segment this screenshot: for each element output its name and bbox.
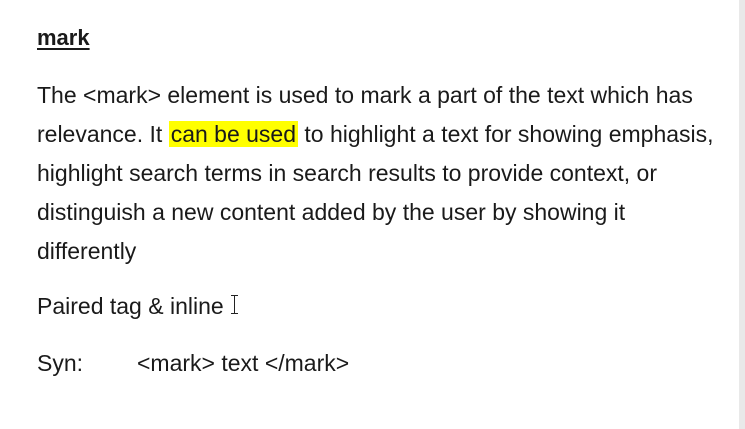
highlighted-text: can be used (168, 121, 299, 147)
paired-tag-text: Paired tag & inline (37, 293, 224, 319)
text-cursor-icon (230, 294, 240, 316)
description-paragraph: The <mark> element is used to mark a par… (37, 76, 727, 271)
paired-tag-note: Paired tag & inline (37, 290, 240, 322)
slide: mark The <mark> element is used to mark … (0, 0, 745, 429)
syntax-code: <mark> text </mark> (137, 350, 350, 376)
slide-heading: mark (37, 25, 90, 50)
syntax-label: Syn: (37, 350, 84, 376)
